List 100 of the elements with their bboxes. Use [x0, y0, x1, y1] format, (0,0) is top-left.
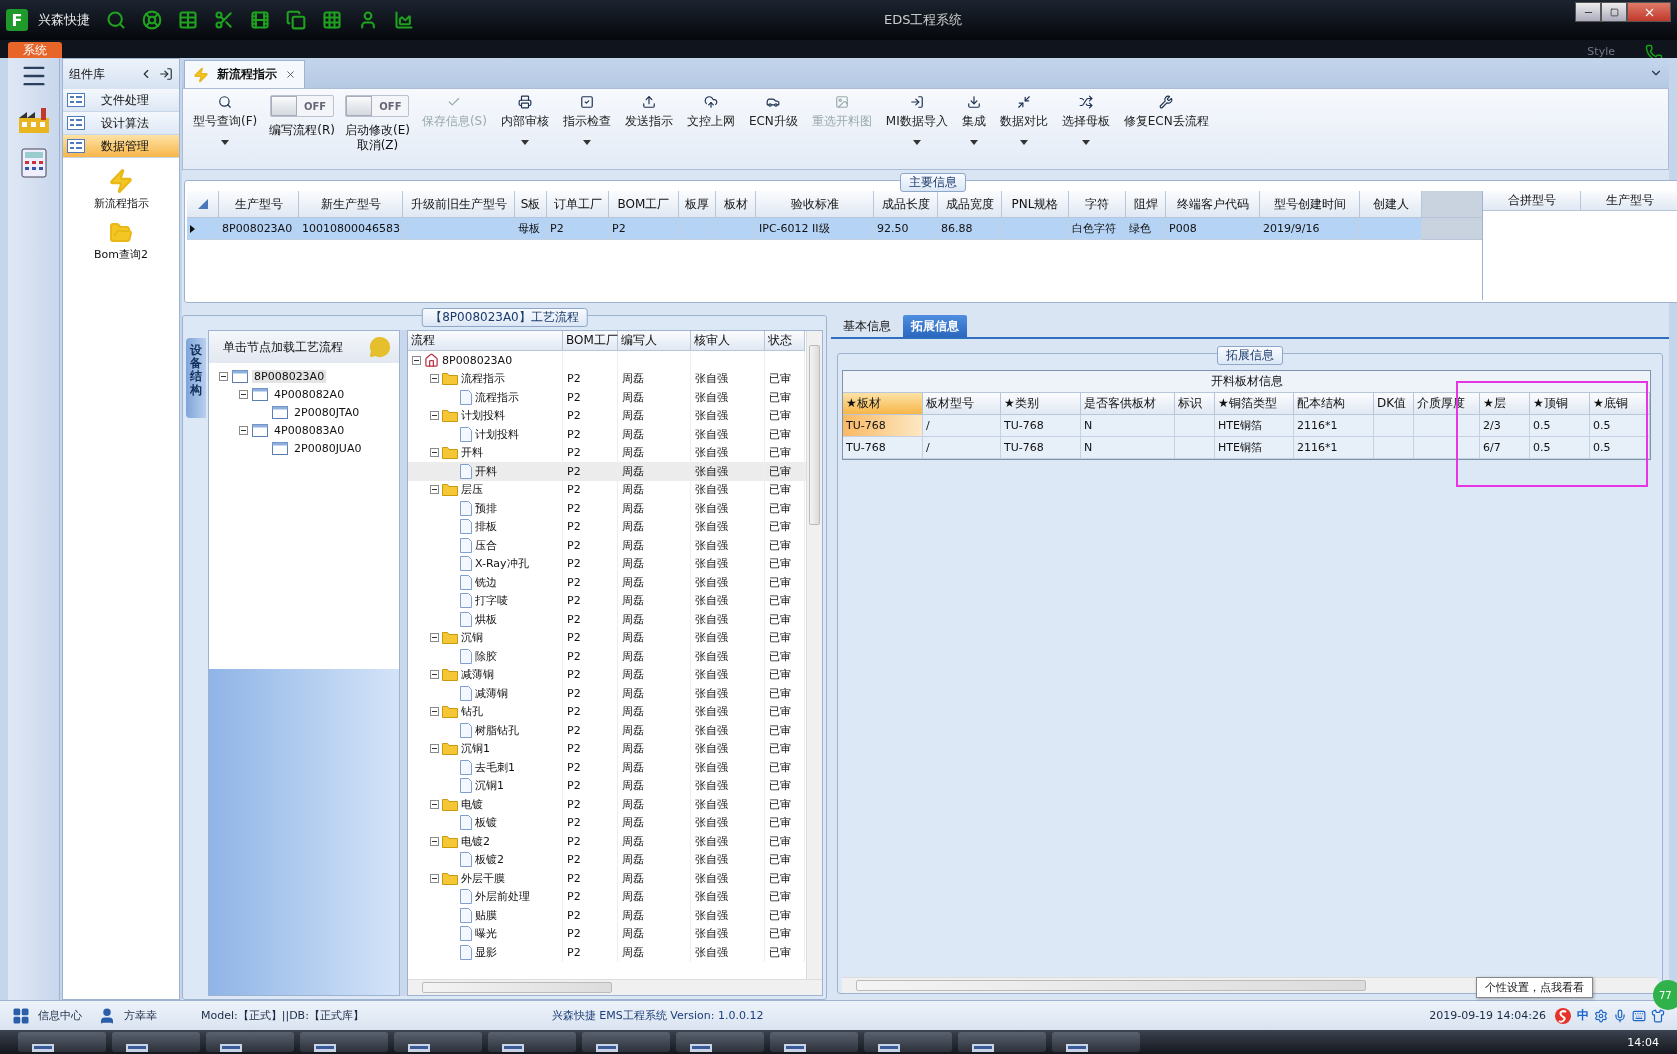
toolbar-button[interactable]: 型号查询(F): [191, 93, 260, 147]
column-header[interactable]: ★板材: [843, 393, 923, 415]
user-icon[interactable]: [358, 10, 378, 30]
column-header[interactable]: 板材型号: [923, 393, 1001, 415]
column-header[interactable]: 创建人: [1360, 191, 1422, 218]
taskbar-button[interactable]: [488, 1032, 576, 1052]
toolbar-button[interactable]: 数据对比: [997, 93, 1050, 147]
table-cell[interactable]: 0.5: [1530, 415, 1590, 437]
table-cell[interactable]: 0.5: [1530, 437, 1590, 459]
column-header[interactable]: ★层: [1480, 393, 1530, 415]
grid-icon[interactable]: [12, 1006, 30, 1025]
settings-icon[interactable]: [1594, 1008, 1608, 1023]
taskbar-button[interactable]: [864, 1032, 952, 1052]
taskbar-button[interactable]: [582, 1032, 670, 1052]
lifebuoy-icon[interactable]: [142, 10, 162, 30]
collapse-icon[interactable]: [430, 374, 439, 384]
column-header[interactable]: 新生产型号: [299, 191, 403, 218]
row-header[interactable]: [187, 218, 219, 240]
input-mode-indicator[interactable]: 中: [1577, 1007, 1589, 1024]
table-cell[interactable]: HTE铜箔: [1215, 415, 1294, 437]
taskbar-button[interactable]: [394, 1032, 482, 1052]
table-cell[interactable]: TU-768: [1001, 415, 1081, 437]
tree-node[interactable]: 2P0080JUA0: [292, 441, 364, 455]
area-chart-icon[interactable]: [394, 10, 414, 30]
table-cell[interactable]: TU-768: [843, 415, 923, 437]
sign-in-icon[interactable]: [159, 67, 173, 81]
table-cell[interactable]: TU-768: [1001, 437, 1081, 459]
tool-shortcut[interactable]: Bom查询2: [63, 221, 179, 262]
table-cell[interactable]: 2/3: [1480, 415, 1530, 437]
toolbar-button[interactable]: 集成: [959, 93, 988, 147]
column-header[interactable]: 板材: [716, 191, 756, 218]
toolbar-button[interactable]: 内部审核: [498, 93, 551, 147]
close-icon[interactable]: [285, 69, 296, 80]
taskbar-button[interactable]: [300, 1032, 388, 1052]
tool-shortcut[interactable]: 新流程指示: [63, 168, 179, 211]
tree-row[interactable]: 开料 P2 周磊 张自强 已审: [408, 462, 806, 481]
column-header[interactable]: ★类别: [1001, 393, 1081, 415]
scissors-icon[interactable]: [214, 10, 234, 30]
column-header[interactable]: S板: [515, 191, 547, 218]
keyboard-icon[interactable]: [1632, 1008, 1646, 1023]
collapse-icon[interactable]: [430, 485, 439, 495]
taskbar-button[interactable]: [18, 1032, 106, 1052]
column-header[interactable]: 板厚: [679, 191, 716, 218]
column-header[interactable]: 核审人: [691, 331, 765, 351]
toolbar-button[interactable]: 指示检查: [560, 93, 613, 147]
collapse-icon[interactable]: [239, 425, 248, 435]
column-header[interactable]: 状态: [765, 331, 805, 351]
table-cell[interactable]: /: [923, 437, 1001, 459]
library-item[interactable]: 设计算法: [63, 112, 179, 135]
minimize-button[interactable]: [1575, 2, 1601, 22]
toolbar-button[interactable]: 文控上网: [684, 93, 737, 132]
horizontal-scrollbar[interactable]: [408, 979, 822, 995]
tab[interactable]: 拓展信息: [903, 315, 967, 337]
collapse-icon[interactable]: [430, 836, 439, 846]
table-cell[interactable]: 2116*1: [1294, 415, 1374, 437]
collapse-icon[interactable]: [430, 744, 439, 754]
taskbar-button[interactable]: [770, 1032, 858, 1052]
microphone-icon[interactable]: [1613, 1008, 1627, 1023]
column-header[interactable]: DK值: [1374, 393, 1414, 415]
column-header[interactable]: 订单工厂: [547, 191, 609, 218]
table-cell[interactable]: N: [1081, 437, 1175, 459]
collapse-icon[interactable]: [430, 633, 439, 643]
toolbar-button[interactable]: 修复ECN丢流程: [1121, 93, 1211, 132]
column-header[interactable]: 型号创建时间: [1260, 191, 1360, 218]
table-cell[interactable]: 0.5: [1590, 437, 1650, 459]
column-header[interactable]: 流程: [408, 331, 563, 351]
collapse-icon[interactable]: [430, 670, 439, 680]
collapse-icon[interactable]: [412, 355, 421, 365]
toolbar-button[interactable]: ECN升级: [746, 93, 800, 132]
column-header[interactable]: ★铜箔类型: [1215, 393, 1294, 415]
tree-node[interactable]: 8P008023A0: [252, 369, 327, 383]
collapse-icon[interactable]: [430, 448, 439, 458]
column-header[interactable]: 生产型号: [1581, 191, 1677, 211]
collapse-icon[interactable]: [430, 411, 439, 421]
column-header[interactable]: 阻焊: [1126, 191, 1166, 218]
film-icon[interactable]: [250, 10, 270, 30]
collapse-icon[interactable]: [430, 873, 439, 883]
taskbar-button[interactable]: [676, 1032, 764, 1052]
column-header[interactable]: 合拼型号: [1483, 191, 1581, 211]
column-header[interactable]: 编写人: [618, 331, 691, 351]
column-header[interactable]: 标识: [1175, 393, 1215, 415]
table-cell[interactable]: 2116*1: [1294, 437, 1374, 459]
collapse-icon[interactable]: [430, 707, 439, 717]
toolbar-button[interactable]: 发送指示: [622, 93, 675, 132]
toolbar-button[interactable]: 选择母板: [1059, 93, 1112, 147]
column-header[interactable]: ★顶铜: [1530, 393, 1590, 415]
column-header[interactable]: 生产型号: [219, 191, 299, 218]
column-header[interactable]: BOM工厂: [609, 191, 679, 218]
grid-icon[interactable]: [322, 10, 342, 30]
style-dropdown[interactable]: Style: [1587, 45, 1615, 58]
shirt-icon[interactable]: [1651, 1008, 1665, 1023]
column-header[interactable]: 验收标准: [756, 191, 874, 218]
close-button[interactable]: [1627, 2, 1671, 22]
copy-icon[interactable]: [286, 10, 306, 30]
collapse-icon[interactable]: [430, 799, 439, 809]
table-icon[interactable]: [178, 10, 198, 30]
column-header[interactable]: 终端客户代码: [1166, 191, 1260, 218]
toolbar-button[interactable]: MI数据导入: [883, 93, 950, 147]
tree-node[interactable]: 4P008083A0: [272, 423, 347, 437]
collapse-icon[interactable]: [219, 371, 228, 381]
